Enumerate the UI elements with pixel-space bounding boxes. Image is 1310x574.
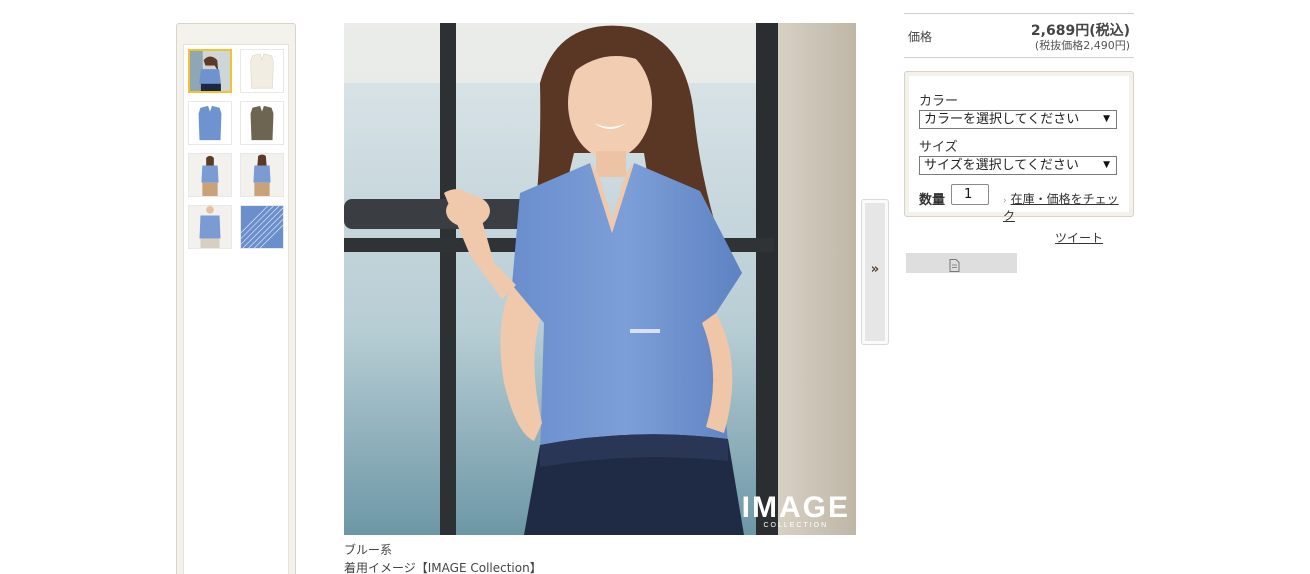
quantity-input[interactable]: 1 [951, 184, 989, 205]
brand-logo-text: IMAGE [741, 491, 850, 524]
size-select-value: サイズを選択してください [924, 158, 1079, 173]
purchase-options-inner: カラー カラーを選択してください ▼ サイズ サイズを選択してください ▼ 数量… [909, 76, 1129, 223]
thumb-model-half[interactable] [188, 205, 232, 249]
stock-price-check-link[interactable]: › 在庫・価格をチェック [1003, 190, 1129, 224]
size-select[interactable]: サイズを選択してください ▼ [919, 156, 1117, 175]
color-label: カラー [919, 94, 959, 109]
brand-logo: IMAGE COLLECTION [741, 491, 850, 530]
quantity-label: 数量 [919, 193, 946, 208]
price-tax-excluded: (税抜価格2,490円) [1034, 39, 1130, 52]
document-button[interactable] [906, 253, 1017, 273]
thumb-fabric-detail[interactable] [240, 205, 284, 249]
thumb-model-front[interactable] [188, 49, 232, 93]
image-caption: 着用イメージ【IMAGE Collection】 [344, 561, 542, 574]
thumbnail-panel [176, 23, 296, 574]
color-select-value: カラーを選択してください [924, 112, 1080, 127]
double-chevron-right-icon: » [870, 262, 880, 277]
stock-price-check-label: 在庫・価格をチェック [1003, 192, 1119, 223]
thumb-model-back[interactable] [240, 153, 284, 197]
thumb-khaki-item[interactable] [240, 101, 284, 145]
main-product-image: IMAGE COLLECTION [344, 23, 856, 535]
thumb-model-side[interactable] [188, 153, 232, 197]
purchase-options: カラー カラーを選択してください ▼ サイズ サイズを選択してください ▼ 数量… [904, 71, 1134, 223]
chevron-down-icon: ▼ [1103, 160, 1110, 170]
price-box: 価格 2,689円(税込) (税抜価格2,490円) [904, 13, 1134, 58]
color-caption: ブルー系 [344, 543, 393, 557]
tweet-link[interactable]: ツイート [1055, 229, 1103, 246]
thumb-white-item[interactable] [240, 49, 284, 93]
color-select[interactable]: カラーを選択してください ▼ [919, 110, 1117, 129]
arrow-right-icon: › [1003, 196, 1007, 206]
thumb-blue-item[interactable] [188, 101, 232, 145]
document-icon [949, 259, 960, 272]
size-label: サイズ [919, 140, 958, 155]
chevron-down-icon: ▼ [1103, 114, 1110, 124]
thumbnail-list [183, 44, 289, 574]
price-label: 価格 [908, 30, 933, 44]
next-image-button[interactable]: » [861, 199, 889, 345]
